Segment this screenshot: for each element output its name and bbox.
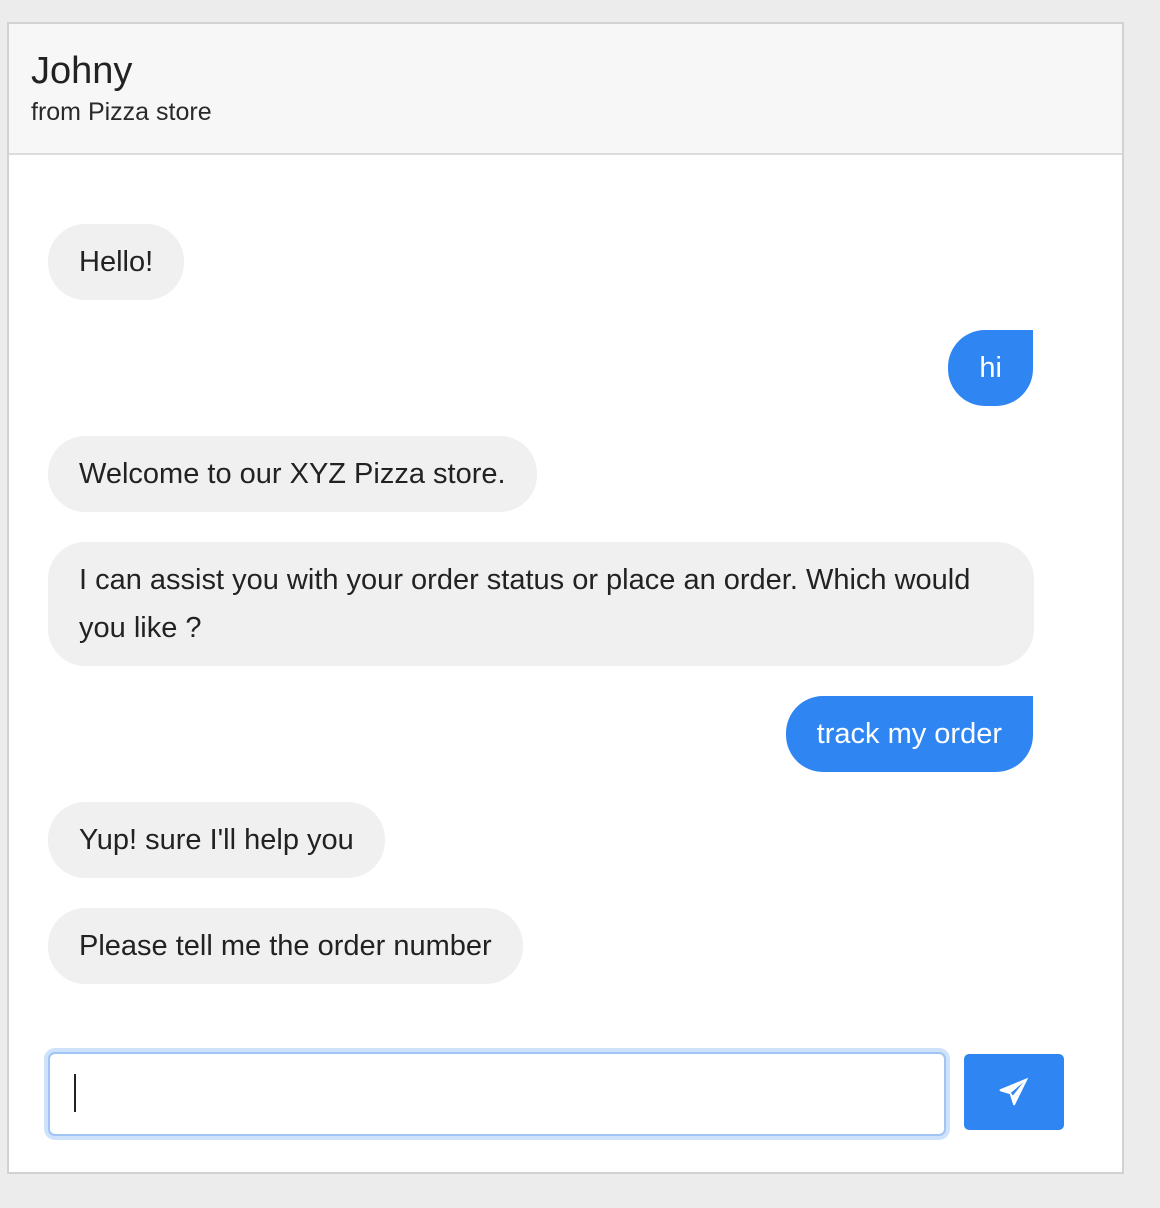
bot-message: Welcome to our XYZ Pizza store. <box>48 436 537 512</box>
user-message: track my order <box>785 696 1033 772</box>
message-list: Hello! hi Welcome to our XYZ Pizza store… <box>9 155 1122 1035</box>
text-caret <box>74 1074 76 1112</box>
send-button[interactable] <box>964 1054 1064 1130</box>
user-message: hi <box>948 330 1033 406</box>
bot-message: Hello! <box>48 224 185 300</box>
bot-message: Please tell me the order number <box>48 908 523 984</box>
message-input[interactable] <box>48 1052 946 1136</box>
chat-widget: Johny from Pizza store Hello! hi Welcome… <box>7 22 1124 1174</box>
agent-name: Johny <box>31 50 133 92</box>
bot-message: I can assist you with your order status … <box>48 542 1034 666</box>
paper-plane-icon <box>999 1077 1029 1106</box>
agent-subtitle: from Pizza store <box>31 98 212 126</box>
chat-header: Johny from Pizza store <box>9 24 1122 155</box>
bot-message: Yup! sure I'll help you <box>48 802 385 878</box>
